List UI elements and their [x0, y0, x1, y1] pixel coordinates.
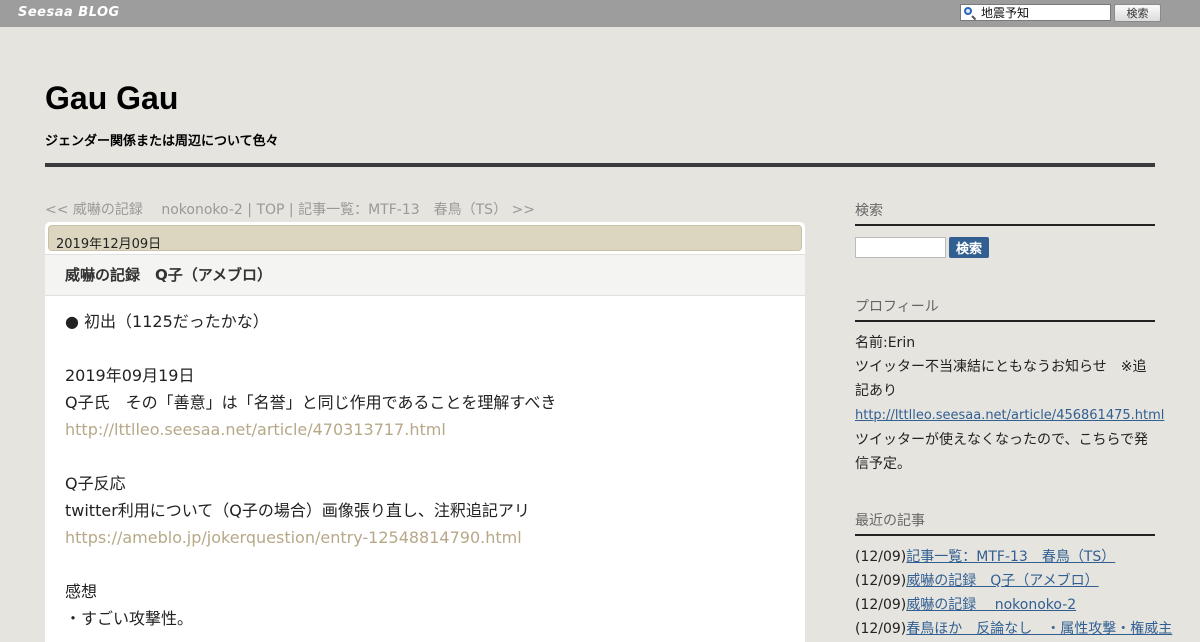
article-line: ・すごい攻撃性。 [65, 609, 194, 628]
recent-article-link[interactable]: 春鳥ほか 反論なし ・属性攻撃・権威主 [906, 621, 1172, 637]
site-description: ジェンダー関係または周辺について色々 [45, 134, 279, 149]
profile-link[interactable]: http://lttlleo.seesaa.net/article/456861… [855, 408, 1164, 423]
recent-article-date: (12/09) [855, 573, 907, 589]
sidebar-search-button[interactable]: 検索 [949, 237, 989, 258]
nav-separator: | [284, 202, 299, 218]
sidebar-search: 検索 [855, 237, 1155, 258]
sidebar-recent-heading: 最近の記事 [855, 510, 1155, 536]
recent-article-link[interactable]: 記事一覧：MTF-13 春鳥（TS） [906, 549, 1115, 565]
top-bar: Seesaa BLOG 検索 [0, 0, 1200, 27]
top-search-input[interactable] [977, 5, 1106, 20]
profile-section: 名前:Erin ツイッター不当凍結にともなうお知らせ ※追 記あり http:/… [855, 331, 1164, 476]
recent-article-item: (12/09)記事一覧：MTF-13 春鳥（TS） [855, 545, 1155, 569]
recent-article-date: (12/09) [855, 597, 907, 613]
article-date: 2019年12月09日 [48, 225, 802, 252]
article-line: 2019年09月19日 [65, 366, 195, 385]
top-search-button[interactable]: 検索 [1114, 4, 1161, 22]
article-line [65, 335, 785, 362]
article-title[interactable]: 威嚇の記録 Q子（アメブロ） [65, 264, 272, 285]
profile-text-line-1: ツイッターが使えなくなったので、こちらで発 [855, 432, 1149, 448]
article-line: 感想 [65, 582, 98, 601]
article-link[interactable]: http://lttlleo.seesaa.net/article/470313… [65, 416, 785, 443]
recent-article-link[interactable]: 威嚇の記録 nokonoko-2 [906, 597, 1076, 613]
profile-notice-line-2: 記あり [855, 383, 897, 399]
article-body: ● 初出（1125だったかな） 2019年09月19日 Q子氏 その「善意」は「名誉… [65, 308, 785, 632]
article-line: Q子氏 その「善意」は「名誉」と同じ作用であることを理解すべき [65, 393, 557, 412]
recent-article-link[interactable]: 威嚇の記録 Q子（アメブロ） [906, 573, 1098, 589]
recent-articles-list: (12/09)記事一覧：MTF-13 春鳥（TS） (12/09)威嚇の記録 Q子… [855, 545, 1172, 641]
sidebar-search-heading: 検索 [855, 200, 1155, 226]
article-line: Q子反応 [65, 474, 126, 493]
sidebar-profile-heading: プロフィール [855, 296, 1155, 322]
article-line [65, 443, 785, 470]
sidebar: 検索 検索 プロフィール 名前:Erin ツイッター不当凍結にともなうお知らせ … [855, 200, 1172, 641]
article-navigation: << 威嚇の記録 nokonoko-2 | TOP | 記事一覧：MTF-13 … [45, 199, 535, 219]
header-divider [45, 163, 1155, 167]
nav-separator: | [242, 202, 257, 218]
top-search-box[interactable] [960, 4, 1111, 21]
brand-word-seesaa: Seesaa [18, 5, 74, 20]
article: 2019年12月09日 威嚇の記録 Q子（アメブロ） ● 初出（1125だったか… [45, 222, 805, 642]
article-link[interactable]: https://ameblo.jp/jokerquestion/entry-12… [65, 524, 785, 551]
seesaa-blog-logo[interactable]: Seesaa BLOG [18, 5, 120, 20]
brand-word-blog: BLOG [78, 5, 120, 20]
top-link[interactable]: TOP [256, 202, 284, 218]
next-article-link[interactable]: 記事一覧：MTF-13 春鳥（TS） >> [298, 202, 535, 218]
article-line: twitter利用について（Q子の場合）画像張り直し、注釈追記アリ [65, 501, 530, 520]
profile-text-line-2: 信予定。 [855, 456, 911, 472]
article-line: ● 初出（1125だったかな） [65, 312, 269, 331]
profile-notice-line-1: ツイッター不当凍結にともなうお知らせ ※追 [855, 359, 1147, 375]
profile-name: 名前:Erin [855, 335, 916, 351]
recent-article-date: (12/09) [855, 549, 907, 565]
article-line [65, 551, 785, 578]
site-title[interactable]: Gau Gau [45, 80, 178, 117]
recent-article-item: (12/09)春鳥ほか 反論なし ・属性攻撃・権威主 [855, 617, 1172, 641]
recent-article-item: (12/09)威嚇の記録 nokonoko-2 [855, 593, 1155, 617]
recent-article-item: (12/09)威嚇の記録 Q子（アメブロ） [855, 569, 1155, 593]
article-title-bar: 威嚇の記録 Q子（アメブロ） [45, 254, 805, 296]
search-icon [963, 6, 977, 20]
recent-article-date: (12/09) [855, 621, 907, 637]
prev-article-link[interactable]: << 威嚇の記録 nokonoko-2 [45, 202, 243, 218]
sidebar-search-input[interactable] [855, 237, 946, 258]
